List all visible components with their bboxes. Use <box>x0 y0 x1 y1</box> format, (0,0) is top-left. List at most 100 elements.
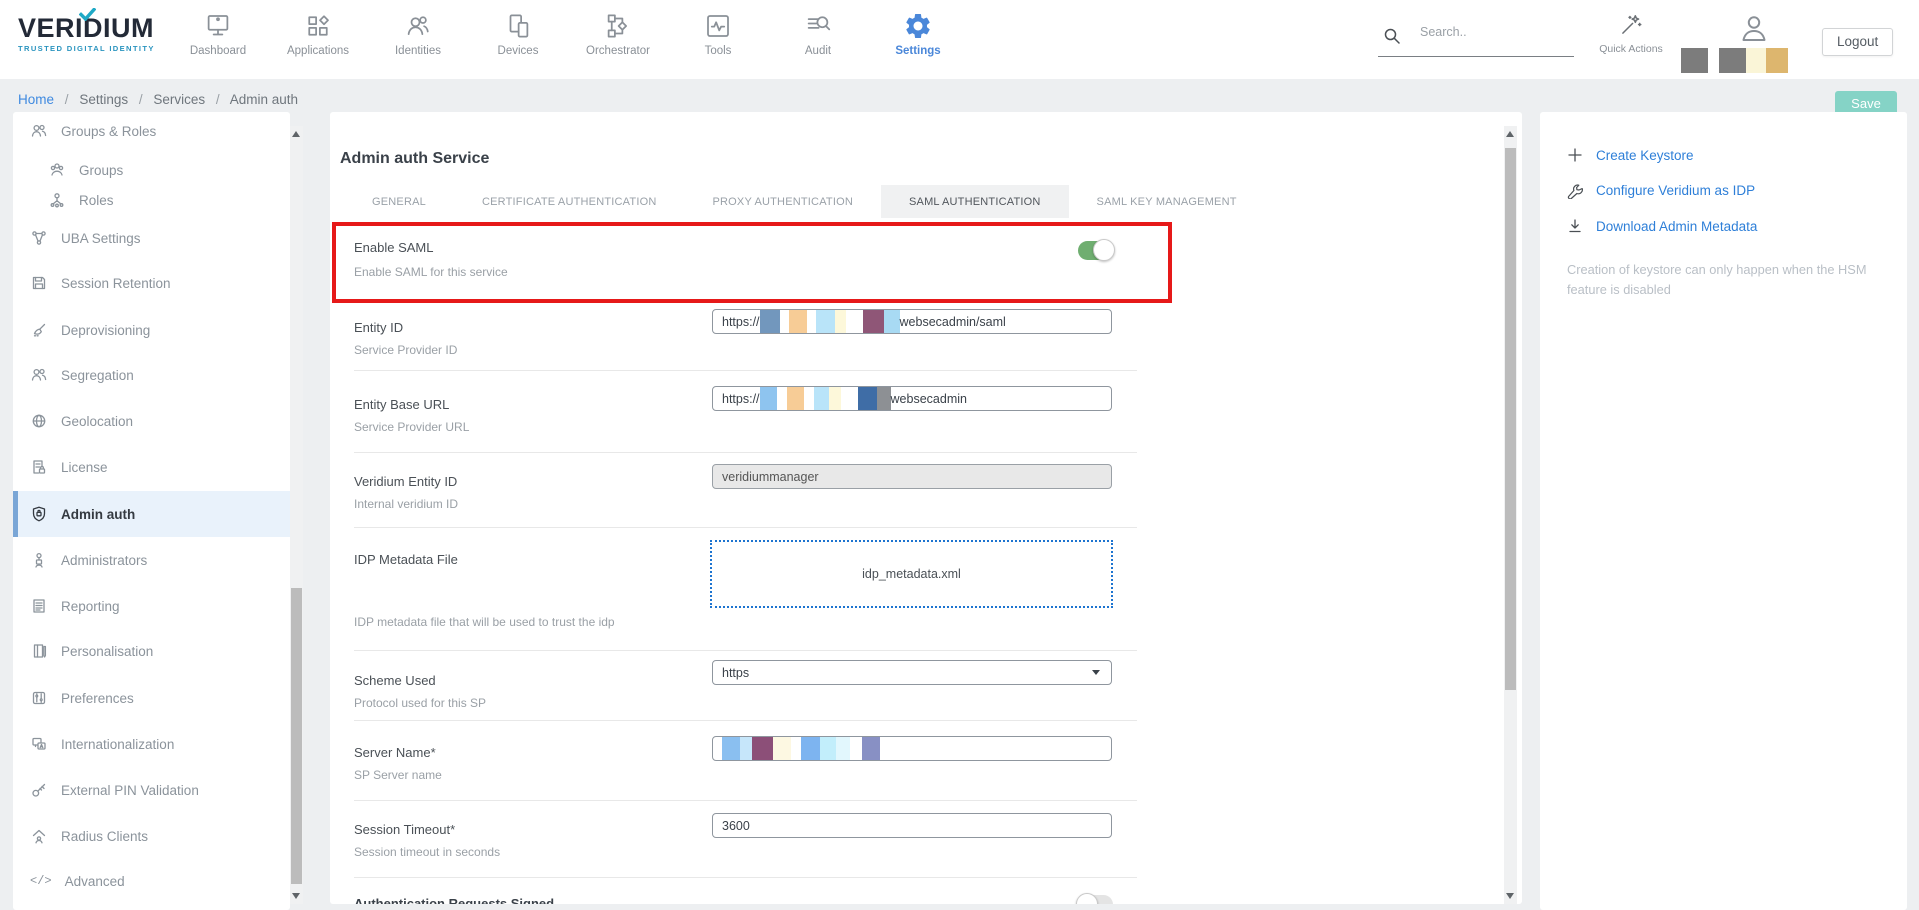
nav-item-applications[interactable]: Applications <box>268 9 368 57</box>
entity-id-sublabel: Service Provider ID <box>354 343 457 357</box>
sidebar-item-personalisation[interactable]: Personalisation <box>13 636 290 666</box>
entity-id-value-prefix: https:// <box>722 315 760 329</box>
toggle-knob <box>1076 893 1098 904</box>
sidebar-item-internationalization[interactable]: Internationalization <box>13 729 290 759</box>
code-icon: </> <box>30 874 52 888</box>
sidebar-item-geolocation[interactable]: Geolocation <box>13 406 290 436</box>
row-divider <box>354 452 1137 453</box>
chevron-down-icon <box>1092 670 1100 675</box>
nav-item-tools[interactable]: Tools <box>668 9 768 57</box>
sidebar-item-label: Admin auth <box>61 507 135 522</box>
book-pen-icon <box>30 642 48 660</box>
keystore-note: Creation of keystore can only happen whe… <box>1567 260 1879 300</box>
veridium-entity-id-input: veridiummanager <box>712 464 1112 489</box>
entity-base-url-label: Entity Base URL <box>354 397 449 412</box>
monitor-icon <box>168 9 268 43</box>
scroll-down-arrow-icon[interactable] <box>292 893 300 899</box>
tab-certificate-authentication[interactable]: CERTIFICATE AUTHENTICATION <box>454 185 685 218</box>
main-scrollbar-thumb[interactable] <box>1505 148 1516 690</box>
tab-saml-authentication[interactable]: SAML AUTHENTICATION <box>881 185 1069 218</box>
scroll-up-arrow-icon[interactable] <box>292 131 300 137</box>
sidebar-scrollbar-thumb[interactable] <box>291 588 302 884</box>
nav-item-settings[interactable]: Settings <box>868 9 968 57</box>
row-divider <box>354 650 1137 651</box>
nav-item-label: Dashboard <box>168 45 268 57</box>
sidebar-item-label: Advanced <box>65 874 125 889</box>
idp-metadata-dropzone[interactable]: idp_metadata.xml <box>710 540 1113 608</box>
main-scrollbar <box>1504 126 1517 904</box>
entity-base-url-input[interactable]: https:// websecadmin <box>712 386 1112 411</box>
search-underline <box>1378 56 1574 57</box>
list-search-icon <box>768 9 868 43</box>
create-keystore-link[interactable]: Create Keystore <box>1567 147 1694 163</box>
people-icon <box>30 366 48 384</box>
user-avatar-icon[interactable] <box>1737 11 1771 47</box>
configure-veridium-as-idp-link[interactable]: Configure Veridium as IDP <box>1567 182 1755 199</box>
entity-base-url-redaction <box>760 387 891 410</box>
sidebar-item-radius-clients[interactable]: Radius Clients <box>13 821 290 851</box>
sidebar-item-groups[interactable]: Groups <box>13 155 290 185</box>
session-timeout-value: 3600 <box>722 819 750 833</box>
sidebar-item-roles[interactable]: Roles <box>13 185 290 215</box>
row-divider <box>354 370 1137 371</box>
search-input[interactable] <box>1420 25 1570 39</box>
tab-proxy-authentication[interactable]: PROXY AUTHENTICATION <box>684 185 881 218</box>
quick-actions-button[interactable]: Quick Actions <box>1598 10 1664 55</box>
sidebar-item-deprovisioning[interactable]: Deprovisioning <box>13 315 290 345</box>
nav-item-label: Devices <box>468 45 568 57</box>
scroll-up-arrow-icon[interactable] <box>1506 131 1514 137</box>
scheme-used-select[interactable]: https <box>712 660 1112 685</box>
nav-item-audit[interactable]: Audit <box>768 9 868 57</box>
sidebar-item-admin-auth[interactable]: Admin auth <box>13 491 290 537</box>
sidebar-item-administrators[interactable]: Administrators <box>13 545 290 575</box>
breadcrumb-services[interactable]: Services <box>153 92 205 107</box>
tab-saml-key-management[interactable]: SAML KEY MANAGEMENT <box>1069 185 1265 218</box>
session-timeout-input[interactable]: 3600 <box>712 813 1112 838</box>
nav-item-dashboard[interactable]: Dashboard <box>168 9 268 57</box>
sidebar-item-groups-roles[interactable]: Groups & Roles <box>13 116 290 146</box>
keystore-actions-panel: Create Keystore Configure Veridium as ID… <box>1540 112 1907 910</box>
devices-icon <box>468 9 568 43</box>
sidebar-item-label: Preferences <box>61 691 134 706</box>
sidebar-item-label: Roles <box>79 193 114 208</box>
search-icon <box>1383 27 1401 45</box>
sidebar-item-segregation[interactable]: Segregation <box>13 360 290 390</box>
sidebar-item-label: Session Retention <box>61 276 171 291</box>
roles-icon <box>48 191 66 209</box>
session-timeout-label: Session Timeout* <box>354 822 455 837</box>
broom-icon <box>30 321 48 339</box>
breadcrumb-settings[interactable]: Settings <box>79 92 128 107</box>
logo-tagline: TRUSTED DIGITAL IDENTITY <box>18 44 168 53</box>
sidebar-item-preferences[interactable]: Preferences <box>13 683 290 713</box>
sidebar-item-reporting[interactable]: Reporting <box>13 591 290 621</box>
entity-id-value-suffix: websecadmin/saml <box>900 315 1006 329</box>
logout-button[interactable]: Logout <box>1822 28 1893 56</box>
scroll-down-arrow-icon[interactable] <box>1506 893 1514 899</box>
annotation-highlight-box <box>332 222 1172 303</box>
breadcrumb-home[interactable]: Home <box>18 92 54 107</box>
entity-base-url-value-suffix: websecadmin <box>891 392 967 406</box>
shield-lock-icon <box>30 505 48 523</box>
nav-item-devices[interactable]: Devices <box>468 9 568 57</box>
people-icon <box>368 9 468 43</box>
nav-item-identities[interactable]: Identities <box>368 9 468 57</box>
settings-sidebar: Groups & Roles Groups Roles UBA Settings… <box>13 112 290 910</box>
veridium-entity-id-label: Veridium Entity ID <box>354 474 457 489</box>
sidebar-item-advanced[interactable]: </> Advanced <box>13 866 290 896</box>
globe-icon <box>30 412 48 430</box>
sidebar-item-label: UBA Settings <box>61 231 141 246</box>
tab-general[interactable]: GENERAL <box>344 185 454 218</box>
sidebar-item-external-pin-validation[interactable]: External PIN Validation <box>13 775 290 805</box>
home-person-icon <box>30 827 48 845</box>
download-admin-metadata-link[interactable]: Download Admin Metadata <box>1567 218 1757 234</box>
server-name-input[interactable] <box>712 736 1112 761</box>
quick-actions-label: Quick Actions <box>1598 43 1664 55</box>
nav-item-orchestrator[interactable]: Orchestrator <box>568 9 668 57</box>
breadcrumb-separator: / <box>139 92 143 107</box>
sidebar-item-uba-settings[interactable]: UBA Settings <box>13 223 290 253</box>
auth-requests-signed-toggle[interactable] <box>1078 895 1113 904</box>
entity-id-input[interactable]: https:// websecadmin/saml <box>712 309 1112 334</box>
sidebar-item-license[interactable]: License <box>13 452 290 482</box>
sidebar-item-session-retention[interactable]: Session Retention <box>13 268 290 298</box>
nav-item-label: Audit <box>768 45 868 57</box>
